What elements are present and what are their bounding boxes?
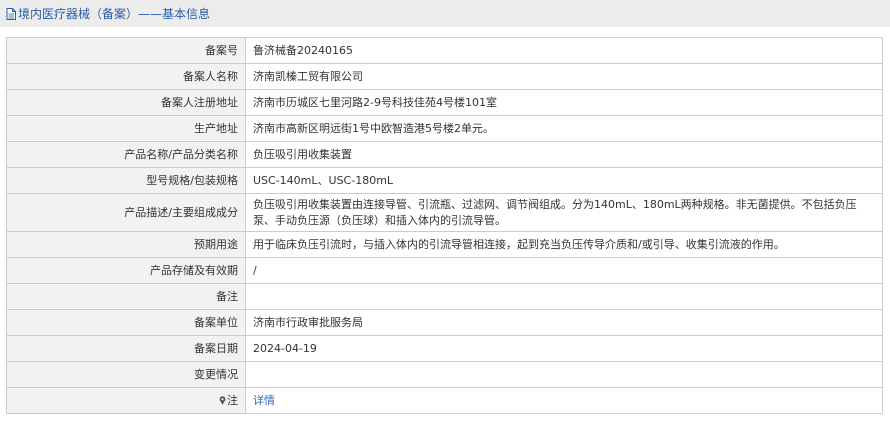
pin-icon [219, 395, 226, 405]
table-row: 产品名称/产品分类名称 负压吸引用收集装置 [6, 141, 883, 168]
row-label: 备案人注册地址 [6, 89, 246, 116]
table-row: 备案日期 2024-04-19 [6, 335, 883, 362]
row-label: 产品存储及有效期 [6, 257, 246, 284]
table-row: 备注 [6, 283, 883, 310]
row-label: 产品描述/主要组成成分 [6, 193, 246, 232]
table-row: 型号规格/包装规格 USC-140mL、USC-180mL [6, 167, 883, 194]
row-value: USC-140mL、USC-180mL [245, 167, 883, 194]
row-value [245, 361, 883, 388]
row-label: 型号规格/包装规格 [6, 167, 246, 194]
info-table: 备案号 鲁济械备20240165 备案人名称 济南凯榛工贸有限公司 备案人注册地… [6, 37, 883, 414]
row-value: 济南凯榛工贸有限公司 [245, 63, 883, 90]
note-label-text: 注 [227, 393, 238, 407]
row-value: / [245, 257, 883, 284]
row-label: 产品名称/产品分类名称 [6, 141, 246, 168]
row-value [245, 283, 883, 310]
row-label: 备案单位 [6, 309, 246, 336]
table-row: 备案单位 济南市行政审批服务局 [6, 309, 883, 336]
row-value: 用于临床负压引流时，与插入体内的引流导管相连接，起到充当负压传导介质和/或引导、… [245, 231, 883, 258]
row-value: 济南市历城区七里河路2-9号科技佳苑4号楼101室 [245, 89, 883, 116]
document-icon [6, 7, 16, 20]
note-label: 注 [6, 387, 246, 414]
row-value: 负压吸引用收集装置由连接导管、引流瓶、过滤网、调节阀组成。分为140mL、180… [245, 193, 883, 232]
row-label: 预期用途 [6, 231, 246, 258]
details-link[interactable]: 详情 [253, 394, 275, 407]
page-title: 境内医疗器械（备案）——基本信息 [18, 7, 211, 21]
row-label: 变更情况 [6, 361, 246, 388]
table-row: 产品描述/主要组成成分 负压吸引用收集装置由连接导管、引流瓶、过滤网、调节阀组成… [6, 193, 883, 232]
row-value: 负压吸引用收集装置 [245, 141, 883, 168]
row-value: 2024-04-19 [245, 335, 883, 362]
table-row: 预期用途 用于临床负压引流时，与插入体内的引流导管相连接，起到充当负压传导介质和… [6, 231, 883, 258]
row-value: 鲁济械备20240165 [245, 37, 883, 64]
row-label: 生产地址 [6, 115, 246, 142]
table-row: 产品存储及有效期 / [6, 257, 883, 284]
row-label: 备案号 [6, 37, 246, 64]
page-header: 境内医疗器械（备案）——基本信息 [0, 0, 890, 27]
row-label: 备案人名称 [6, 63, 246, 90]
table-row: 备案人注册地址 济南市历城区七里河路2-9号科技佳苑4号楼101室 [6, 89, 883, 116]
row-label: 备案日期 [6, 335, 246, 362]
table-row: 生产地址 济南市高新区明远街1号中欧智造港5号楼2单元。 [6, 115, 883, 142]
table-row: 备案人名称 济南凯榛工贸有限公司 [6, 63, 883, 90]
table-row: 变更情况 [6, 361, 883, 388]
row-label: 备注 [6, 283, 246, 310]
note-value: 详情 [245, 387, 883, 414]
row-value: 济南市高新区明远街1号中欧智造港5号楼2单元。 [245, 115, 883, 142]
table-row: 备案号 鲁济械备20240165 [6, 37, 883, 64]
row-value: 济南市行政审批服务局 [245, 309, 883, 336]
table-row: 注 详情 [6, 387, 883, 414]
